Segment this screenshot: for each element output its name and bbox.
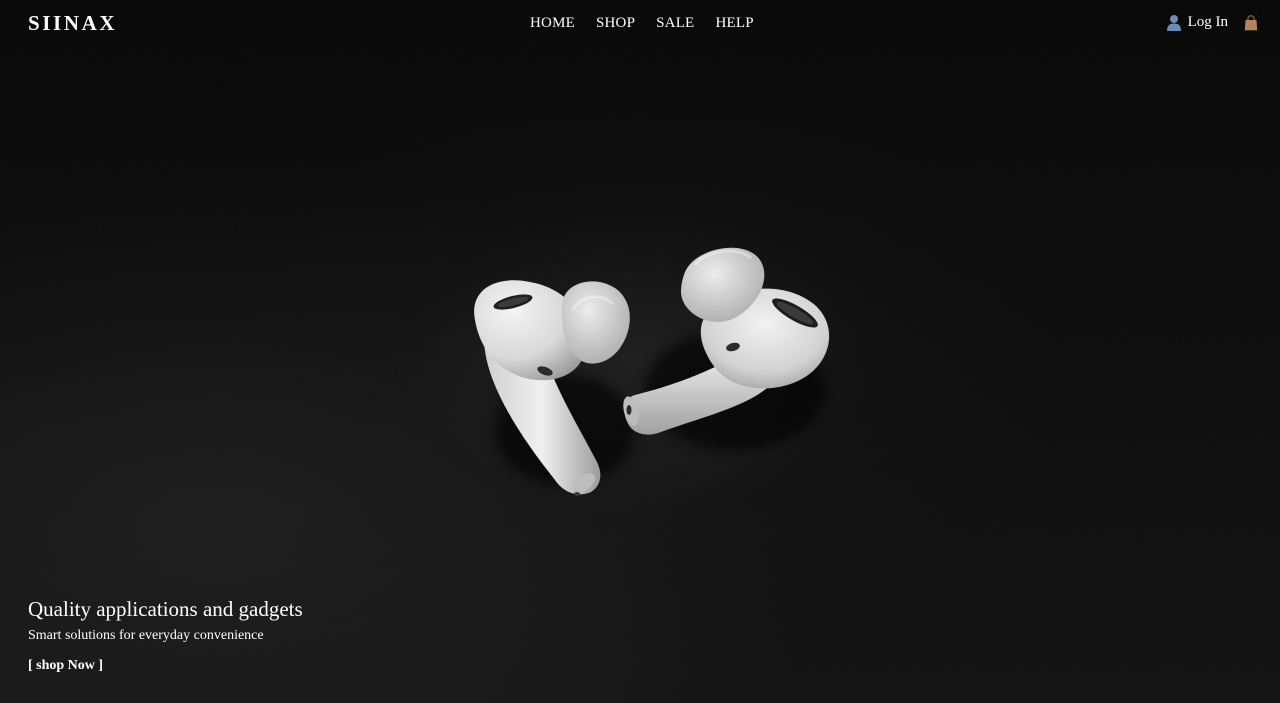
nav-help[interactable]: HELP — [715, 15, 753, 32]
nav-sale[interactable]: SALE — [656, 15, 694, 32]
nav-shop[interactable]: SHOP — [596, 15, 635, 32]
hero-caption: Quality applications and gadgets Smart s… — [28, 596, 303, 674]
account-area: Log In — [1166, 14, 1258, 31]
hero-banner: SIINAX HOME SHOP SALE HELP Log In Qualit… — [0, 0, 1280, 703]
login-button[interactable]: Log In — [1166, 14, 1228, 31]
shop-now-link[interactable]: [ shop Now ] — [28, 658, 103, 674]
nav-home[interactable]: HOME — [530, 15, 575, 32]
main-menu: HOME SHOP SALE HELP — [530, 15, 754, 32]
brand-logo[interactable]: SIINAX — [28, 11, 117, 36]
user-icon — [1166, 14, 1182, 31]
top-navigation: SIINAX HOME SHOP SALE HELP Log In — [0, 0, 1280, 48]
earbuds-product-image — [474, 247, 830, 496]
hero-headline: Quality applications and gadgets — [28, 597, 303, 621]
shopping-bag-icon[interactable] — [1244, 14, 1258, 31]
login-label: Log In — [1187, 14, 1228, 30]
hero-subline: Smart solutions for everyday convenience — [28, 628, 264, 643]
